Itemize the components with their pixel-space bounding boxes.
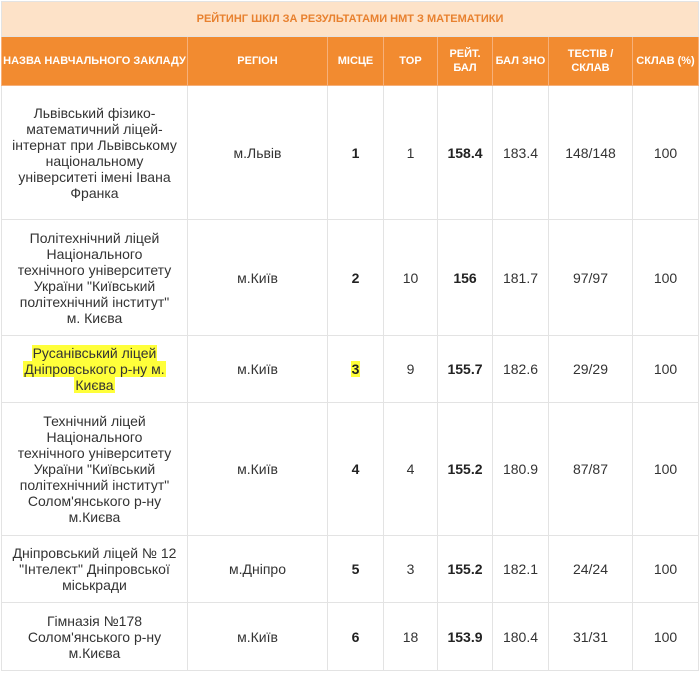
rating-score: 155.2 bbox=[437, 402, 493, 536]
passed-percent: 100 bbox=[631, 335, 699, 403]
rating-score: 158.4 bbox=[437, 85, 493, 220]
header-name: НАЗВА НАВЧАЛЬНОГО ЗАКЛАДУ bbox=[1, 36, 188, 86]
top: 9 bbox=[383, 335, 438, 403]
tests-passed: 87/87 bbox=[548, 402, 633, 536]
table-title-row: РЕЙТИНГ ШКІЛ ЗА РЕЗУЛЬТАТАМИ НМТ З МАТЕМ… bbox=[0, 1, 699, 37]
rating-score: 156 bbox=[437, 219, 493, 336]
region: м.Львів bbox=[187, 85, 328, 220]
table-header-row: НАЗВА НАВЧАЛЬНОГО ЗАКЛАДУ РЕГІОН МІСЦЕ T… bbox=[1, 36, 699, 86]
zno-score: 182.6 bbox=[492, 335, 549, 403]
rating-score: 155.7 bbox=[437, 335, 493, 403]
place: 5 bbox=[327, 535, 384, 603]
school-name: Львівський фізико-математичний ліцей-інт… bbox=[1, 85, 188, 220]
top: 3 bbox=[383, 535, 438, 603]
rating-score: 155.2 bbox=[437, 535, 493, 603]
zno-score: 180.9 bbox=[492, 402, 549, 536]
region: м.Київ bbox=[187, 335, 328, 403]
table-row: Технічний ліцей Національного технічного… bbox=[1, 402, 699, 536]
tests-passed: 97/97 bbox=[548, 219, 633, 336]
zno-score: 183.4 bbox=[492, 85, 549, 220]
passed-percent: 100 bbox=[631, 402, 699, 536]
school-name: Русанівський ліцей Дніпровського р-ну м.… bbox=[1, 335, 188, 403]
highlighted-place: 3 bbox=[350, 361, 361, 377]
rating-score: 153.9 bbox=[437, 602, 493, 671]
top: 18 bbox=[383, 602, 438, 671]
header-region: РЕГІОН bbox=[187, 36, 328, 86]
table-row: Гімназія №178 Солом'янського р-ну м.Києв… bbox=[1, 602, 699, 671]
place: 2 bbox=[327, 219, 384, 336]
tests-passed: 24/24 bbox=[548, 535, 633, 603]
top: 10 bbox=[383, 219, 438, 336]
zno-score: 182.1 bbox=[492, 535, 549, 603]
passed-percent: 100 bbox=[631, 535, 699, 603]
tests-passed: 148/148 bbox=[548, 85, 633, 220]
place: 6 bbox=[327, 602, 384, 671]
top: 1 bbox=[383, 85, 438, 220]
tests-passed: 29/29 bbox=[548, 335, 633, 403]
passed-percent: 100 bbox=[631, 219, 699, 336]
header-top: TOP bbox=[383, 36, 438, 86]
table-row: Політехнічний ліцей Національного техніч… bbox=[1, 219, 699, 336]
ranking-table: РЕЙТИНГ ШКІЛ ЗА РЕЗУЛЬТАТАМИ НМТ З МАТЕМ… bbox=[0, 1, 699, 671]
zno-score: 181.7 bbox=[492, 219, 549, 336]
passed-percent: 100 bbox=[631, 602, 699, 671]
school-name: Дніпровський ліцей № 12 "Інтелект" Дніпр… bbox=[1, 535, 188, 603]
place: 1 bbox=[327, 85, 384, 220]
region: м.Київ bbox=[187, 219, 328, 336]
place: 4 bbox=[327, 402, 384, 536]
school-name: Політехнічний ліцей Національного техніч… bbox=[1, 219, 188, 336]
header-zno: БАЛ ЗНО bbox=[492, 36, 549, 86]
region: м.Дніпро bbox=[187, 535, 328, 603]
tests-passed: 31/31 bbox=[548, 602, 633, 671]
header-passed: СКЛАВ (%) bbox=[631, 36, 699, 86]
zno-score: 180.4 bbox=[492, 602, 549, 671]
passed-percent: 100 bbox=[631, 85, 699, 220]
top: 4 bbox=[383, 402, 438, 536]
region: м.Київ bbox=[187, 602, 328, 671]
header-tests: ТЕСТІВ / СКЛАВ bbox=[548, 36, 633, 86]
highlighted-text: Русанівський ліцей Дніпровського р-ну м.… bbox=[23, 345, 166, 393]
school-name: Гімназія №178 Солом'янського р-ну м.Києв… bbox=[1, 602, 188, 671]
table-row: Дніпровський ліцей № 12 "Інтелект" Дніпр… bbox=[1, 535, 699, 603]
header-rating: РЕЙТ. БАЛ bbox=[437, 36, 493, 86]
table-row: Львівський фізико-математичний ліцей-інт… bbox=[1, 85, 699, 220]
table-title: РЕЙТИНГ ШКІЛ ЗА РЕЗУЛЬТАТАМИ НМТ З МАТЕМ… bbox=[0, 1, 699, 37]
place: 3 bbox=[327, 335, 384, 403]
school-name: Технічний ліцей Національного технічного… bbox=[1, 402, 188, 536]
header-place: МІСЦЕ bbox=[327, 36, 384, 86]
table-row-highlighted: Русанівський ліцей Дніпровського р-ну м.… bbox=[1, 335, 699, 403]
ranking-table-container: РЕЙТИНГ ШКІЛ ЗА РЕЗУЛЬТАТАМИ НМТ З МАТЕМ… bbox=[0, 1, 699, 671]
region: м.Київ bbox=[187, 402, 328, 536]
